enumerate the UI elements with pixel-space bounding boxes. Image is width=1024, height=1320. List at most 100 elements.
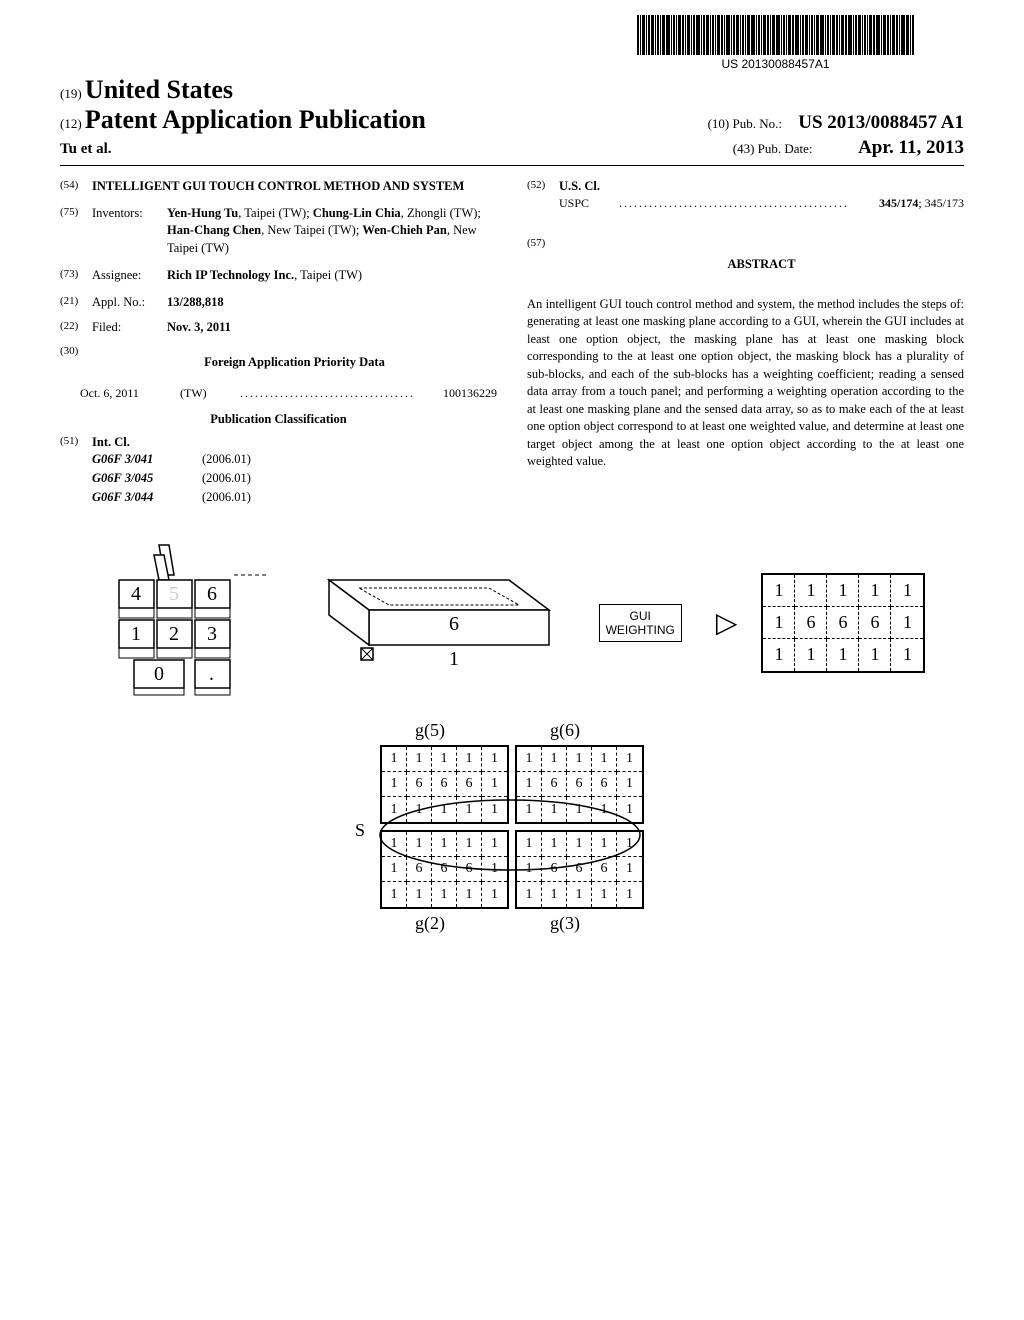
abstract-field-num: (57) (527, 236, 559, 288)
matrix-cell: 1 (567, 797, 592, 822)
matrix-cell: 1 (592, 832, 617, 857)
barcode-number: US 20130088457A1 (637, 57, 914, 71)
matrix-cell: 1 (891, 607, 923, 639)
classification-heading: Publication Classification (60, 411, 497, 428)
publication-number: US 2013/0088457 A1 (798, 112, 964, 133)
weighting-matrix: 111111666111111 (761, 573, 925, 673)
label-g2: g(2) (415, 913, 445, 934)
matrix-cell: 6 (432, 857, 457, 882)
matrix-cell: 1 (542, 882, 567, 907)
matrix-cell: 1 (457, 747, 482, 772)
matrix-cell: 1 (763, 575, 795, 607)
matrix-cell: 1 (432, 832, 457, 857)
label-g5: g(5) (415, 720, 445, 741)
matrix-cell: 6 (407, 772, 432, 797)
gui-weighting-label: GUI WEIGHTING (599, 604, 682, 642)
matrix-cell: 1 (517, 832, 542, 857)
abstract-heading: ABSTRACT (559, 256, 964, 273)
label-g3: g(3) (550, 913, 580, 934)
appl-label: Appl. No.: (92, 294, 167, 311)
matrix-cell: 1 (482, 747, 507, 772)
matrix-cell: 1 (432, 747, 457, 772)
matrix-cell: 1 (891, 639, 923, 671)
uscl-label: U.S. Cl. (559, 178, 964, 195)
application-number: 13/288,818 (167, 294, 497, 311)
key-5: 5 (169, 583, 179, 605)
keypad-figure: 4 5 6 1 2 3 (99, 540, 269, 705)
matrix-cell: 1 (617, 832, 642, 857)
matrix-cell: 1 (407, 832, 432, 857)
matrix-cell: 1 (432, 797, 457, 822)
matrix-cell: 1 (617, 857, 642, 882)
matrix-cell: 1 (457, 832, 482, 857)
matrix-cell: 1 (617, 882, 642, 907)
country-name: United States (85, 75, 233, 104)
filed-label: Filed: (92, 319, 167, 336)
invention-title: INTELLIGENT GUI TOUCH CONTROL METHOD AND… (92, 178, 497, 195)
matrix-cell: 1 (482, 772, 507, 797)
matrix-cell: 1 (517, 882, 542, 907)
label-s: S (355, 820, 365, 841)
dots-leader: ........................................… (619, 195, 879, 211)
appl-field-num: (21) (60, 294, 92, 311)
priority-date: Oct. 6, 2011 (80, 385, 180, 401)
matrix-cell: 6 (457, 772, 482, 797)
matrix-cell: 1 (592, 797, 617, 822)
document-header: (19) United States (12) Patent Applicati… (60, 75, 964, 159)
matrix-cell: 6 (542, 772, 567, 797)
intcl-field-num: (51) (60, 434, 92, 508)
matrix-cell: 1 (542, 832, 567, 857)
matrix-cell: 6 (592, 857, 617, 882)
uscl-field-num: (52) (527, 178, 559, 211)
matrix-cell: 1 (542, 797, 567, 822)
matrix-cell: 1 (827, 639, 859, 671)
matrix-cell: 1 (592, 747, 617, 772)
matrix-cell: 6 (827, 607, 859, 639)
priority-number: 100136229 (417, 385, 497, 401)
quad-matrix-g3: 111111666111111 (515, 830, 644, 909)
pub-no-prefix: (10) (708, 116, 730, 131)
matrix-cell: 1 (617, 772, 642, 797)
matrix-cell: 6 (567, 857, 592, 882)
matrix-cell: 1 (517, 857, 542, 882)
key-dot: . (209, 663, 214, 685)
quad-matrix-g2: 111111666111111 (380, 830, 509, 909)
assignee-field-num: (73) (60, 267, 92, 284)
matrix-cell: 1 (407, 797, 432, 822)
panel-label-6: 6 (449, 613, 459, 635)
matrix-cell: 1 (891, 575, 923, 607)
pub-prefix: (12) (60, 116, 82, 131)
assignee-value: Rich IP Technology Inc., Taipei (TW) (167, 267, 497, 284)
inventors-label: Inventors: (92, 205, 167, 258)
matrix-cell: 1 (382, 832, 407, 857)
matrix-cell: 1 (382, 857, 407, 882)
key-2: 2 (169, 623, 179, 645)
publication-type: Patent Application Publication (85, 105, 426, 134)
matrix-cell: 1 (827, 575, 859, 607)
matrix-cell: 1 (407, 747, 432, 772)
filed-field-num: (22) (60, 319, 92, 336)
matrix-cell: 1 (517, 747, 542, 772)
matrix-cell: 1 (567, 832, 592, 857)
matrix-cell: 1 (617, 747, 642, 772)
matrix-cell: 6 (592, 772, 617, 797)
matrix-cell: 6 (567, 772, 592, 797)
matrix-cell: 1 (859, 575, 891, 607)
matrix-cell: 6 (407, 857, 432, 882)
header-divider (60, 165, 964, 166)
barcode: US 20130088457A1 (637, 15, 914, 71)
matrix-cell: 1 (432, 882, 457, 907)
matrix-cell: 1 (457, 882, 482, 907)
key-6: 6 (207, 583, 217, 605)
inventors-field-num: (75) (60, 205, 92, 258)
matrix-cell: 1 (482, 857, 507, 882)
matrix-cell: 1 (795, 639, 827, 671)
foreign-field-num: (30) (60, 344, 92, 377)
matrix-cell: 1 (457, 797, 482, 822)
matrix-cell: 1 (763, 639, 795, 671)
assignee-label: Assignee: (92, 267, 167, 284)
publication-date: Apr. 11, 2013 (858, 137, 964, 158)
label-g6: g(6) (550, 720, 580, 741)
pub-date-prefix: (43) (733, 141, 755, 156)
matrix-cell: 1 (517, 772, 542, 797)
